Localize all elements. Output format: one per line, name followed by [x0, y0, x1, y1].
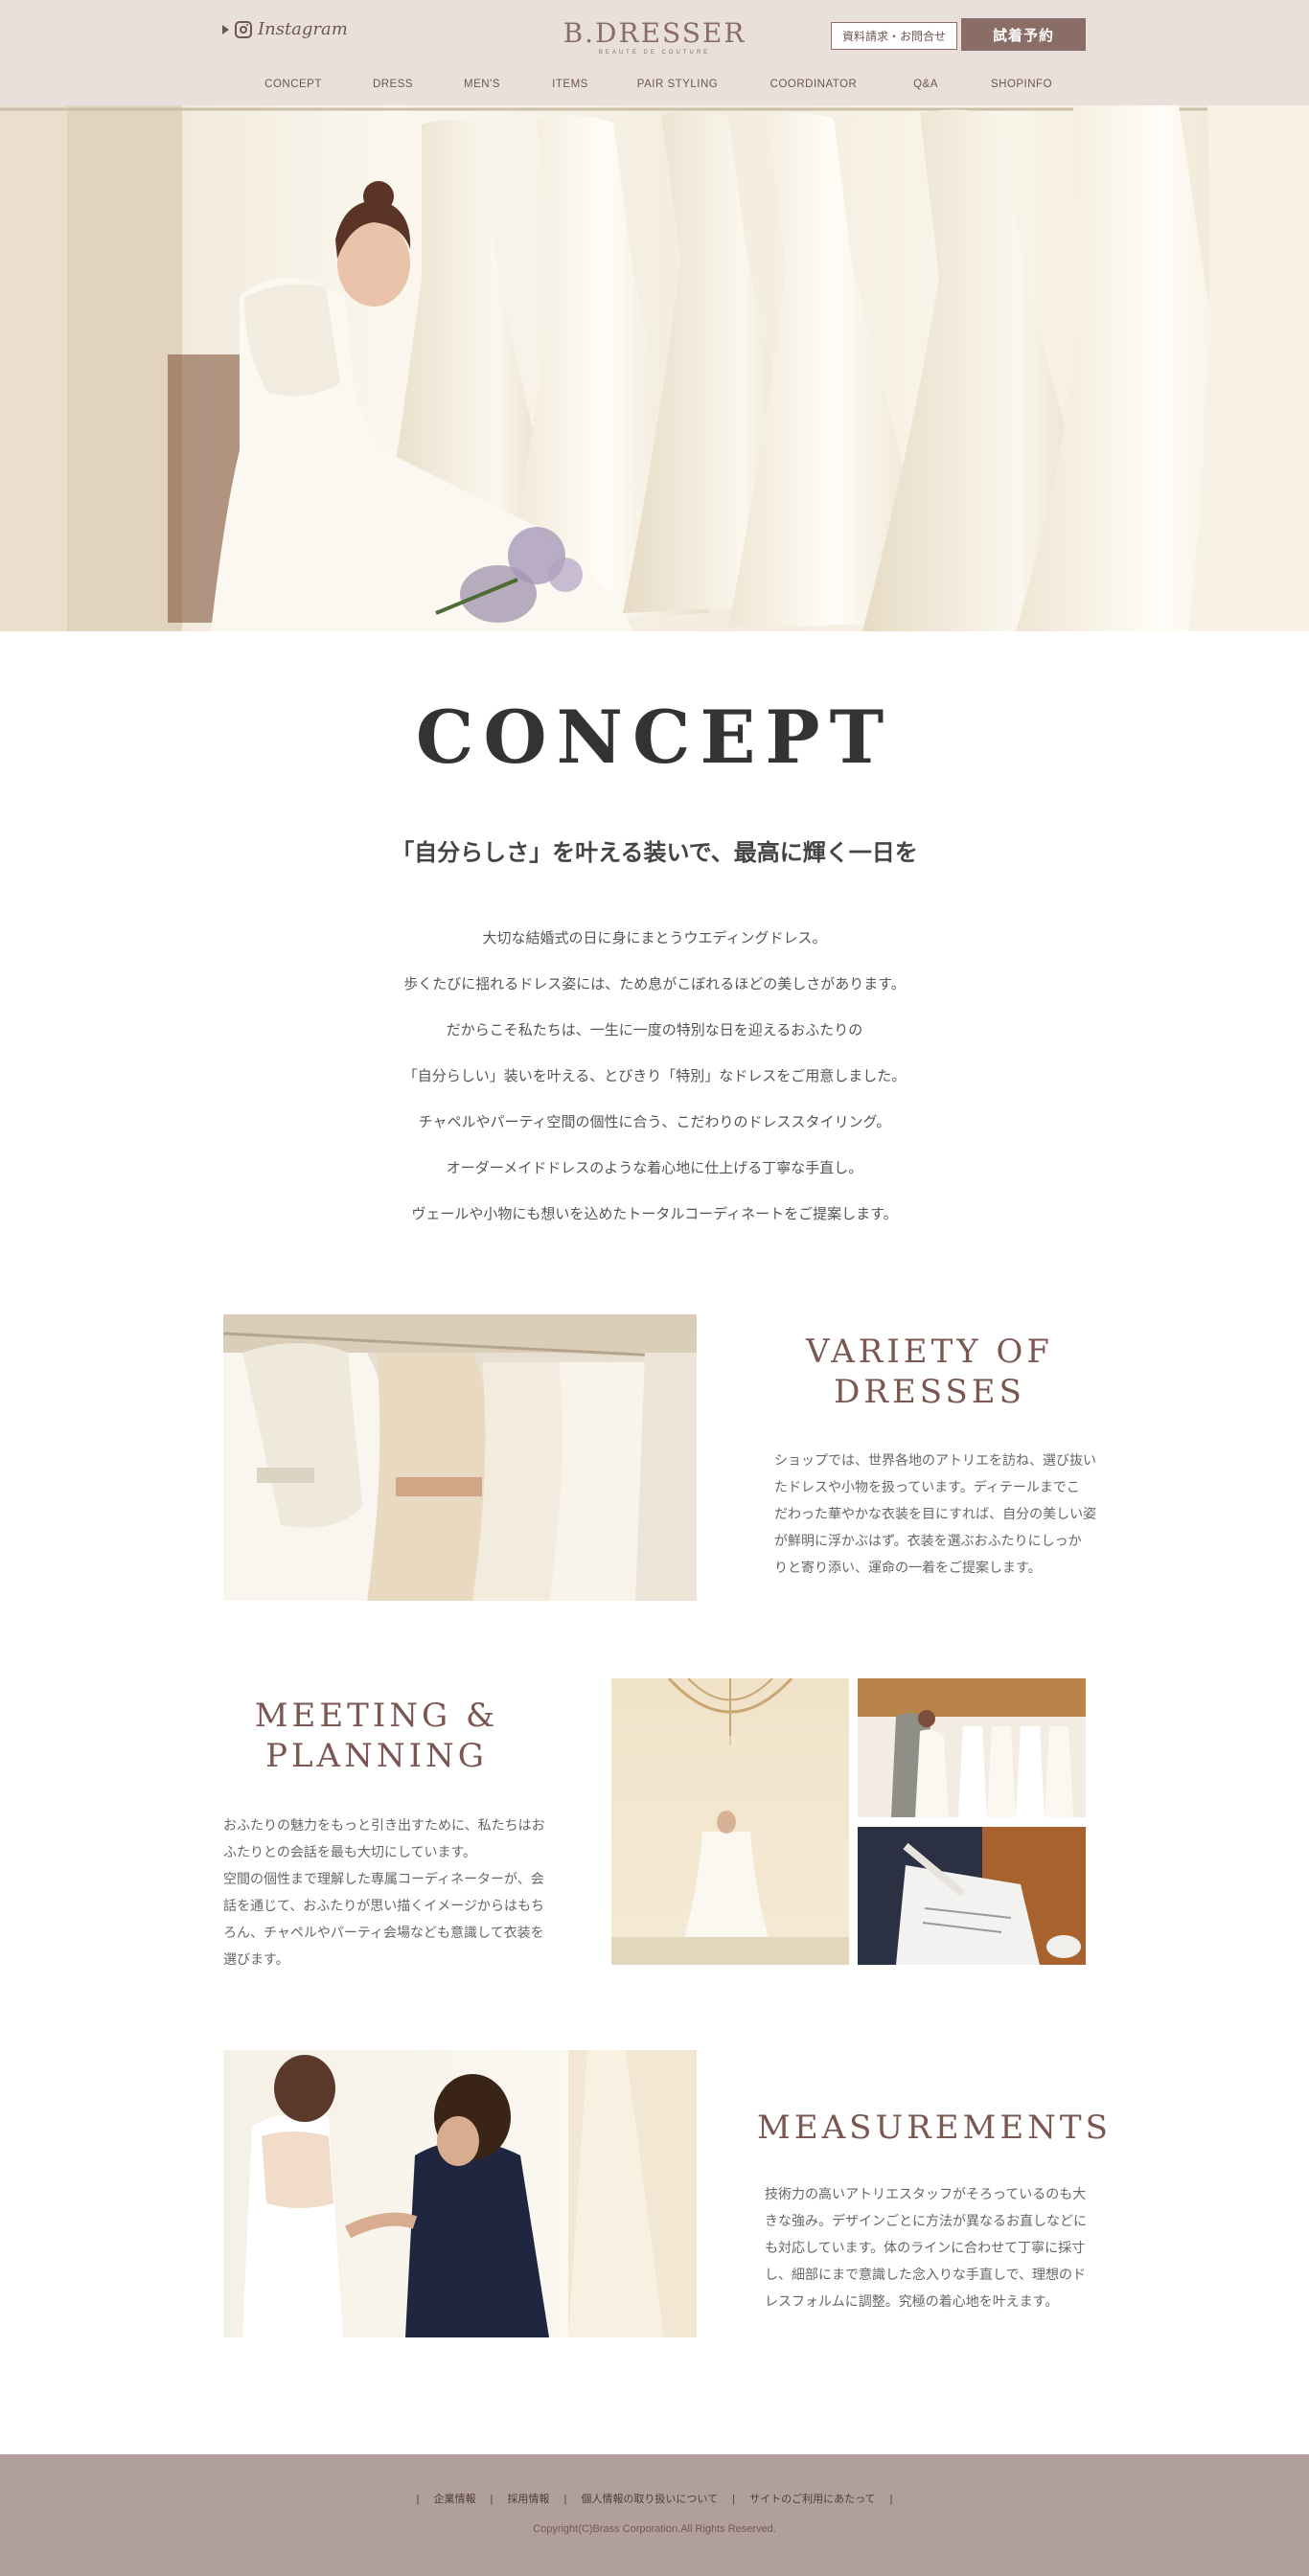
concept-body: 大切な結婚式の日に身にまとうウエディングドレス。 歩くたびに揺れるドレス姿には、…	[0, 927, 1309, 1249]
nav-mens[interactable]: MEN'S	[464, 79, 500, 90]
instagram-link[interactable]: Instagram	[222, 19, 348, 39]
footer-divider: |	[416, 2494, 420, 2505]
fitting-illustration	[242, 2050, 697, 2337]
measurements-photo	[223, 2050, 697, 2337]
variety-line: ショップでは、世界各地のアトリエを訪ね、選び抜い	[774, 1452, 1096, 1468]
site-header: Instagram B.DRESSER BEAUTÉ DE COUTURE 資料…	[0, 0, 1309, 105]
footer-links: | 企業情報 | 採用情報 | 個人情報の取り扱いについて | サイトのご利用に…	[0, 2491, 1309, 2506]
nav-pair-styling[interactable]: PAIR STYLING	[637, 79, 718, 90]
site-footer: | 企業情報 | 採用情報 | 個人情報の取り扱いについて | サイトのご利用に…	[0, 2454, 1309, 2576]
meeting-line: おふたりの魅力をもっと引き出すために、私たちはお	[223, 1817, 545, 1833]
footer-link-company[interactable]: 企業情報	[433, 2494, 475, 2505]
variety-text: ショップでは、世界各地のアトリエを訪ね、選び抜い たドレスや小物を扱っています。…	[774, 1447, 1100, 1581]
measurements-text: 技術力の高いアトリエスタッフがそろっているのも大 きな強み。デザインごとに方法が…	[765, 2180, 1091, 2314]
concept-line: だからこそ私たちは、一生に一度の特別な日を迎えるおふたりの	[446, 1022, 863, 1038]
variety-photo	[223, 1314, 697, 1601]
nav-dress[interactable]: DRESS	[373, 79, 413, 90]
nav-qa[interactable]: Q&A	[913, 79, 938, 90]
measurements-line: も対応しています。体のラインに合わせて丁寧に採寸	[765, 2240, 1086, 2255]
measurements-line: レスフォルムに調整。究極の着心地を叶えます。	[765, 2293, 1059, 2309]
logo-main: B.DRESSER	[563, 17, 746, 49]
hero-image	[0, 105, 1309, 631]
footer-divider: |	[889, 2494, 893, 2505]
fitting-reservation-button[interactable]: 試着予約	[961, 18, 1086, 51]
meeting-photo-couple	[858, 1678, 1086, 1817]
meeting-line: 話を通じて、おふたりが思い描くイメージからはもち	[223, 1898, 545, 1913]
variety-title-line1: VARIETY OF	[805, 1333, 1054, 1371]
chandelier-illustration	[611, 1678, 849, 1965]
concept-line: ヴェールや小物にも想いを込めたトータルコーディネートをご提案します。	[411, 1206, 898, 1222]
variety-title-line2: DRESSES	[834, 1373, 1025, 1411]
concept-line: 大切な結婚式の日に身にまとうウエディングドレス。	[482, 930, 827, 946]
play-triangle-icon	[222, 24, 229, 34]
instagram-icon	[235, 20, 252, 38]
meeting-title: MEETING & PLANNING	[223, 1696, 530, 1776]
meeting-line: ふたりとの会話を最も大切にしています。	[223, 1844, 477, 1859]
copyright: Copyright(C)Brass Corporation.All Rights…	[533, 2523, 776, 2535]
concept-line: 「自分らしい」装いを叶える、とびきり「特別」なドレスをご用意しました。	[402, 1068, 907, 1084]
meeting-title-line1: MEETING &	[254, 1697, 499, 1735]
nav-coordinator[interactable]: COORDINATOR	[770, 79, 858, 90]
site-logo[interactable]: B.DRESSER BEAUTÉ DE COUTURE	[559, 17, 750, 56]
footer-link-recruit[interactable]: 採用情報	[507, 2494, 549, 2505]
dresses-illustration	[223, 1314, 697, 1601]
concept-line: 歩くたびに揺れるドレス姿には、ため息がこぼれるほどの美しさがあります。	[403, 976, 906, 992]
instagram-label: Instagram	[258, 19, 348, 39]
measurements-title: MEASUREMENTS	[757, 2109, 1112, 2147]
meeting-line: 空間の個性まで理解した専属コーディネーターが、会	[223, 1871, 544, 1886]
meeting-line: 選びます。	[223, 1951, 289, 1967]
meeting-photo-signing	[858, 1827, 1086, 1965]
concept-line: チャペルやパーティ空間の個性に合う、こだわりのドレススタイリング。	[418, 1114, 891, 1130]
variety-line: が鮮明に浮かぶはず。衣装を選ぶおふたりにしっか	[774, 1533, 1082, 1548]
nav-concept[interactable]: CONCEPT	[264, 79, 322, 90]
variety-line: だわった華やかな衣装を目にすれば、自分の美しい姿	[774, 1506, 1097, 1521]
concept-line: オーダーメイドドレスのような着心地に仕上げる丁寧な手直し。	[446, 1160, 863, 1176]
footer-divider: |	[563, 2494, 567, 2505]
nav-items[interactable]: ITEMS	[552, 79, 588, 90]
variety-line: りと寄り添い、運命の一着をご提案します。	[774, 1560, 1042, 1575]
logo-sub: BEAUTÉ DE COUTURE	[598, 50, 711, 56]
footer-link-privacy[interactable]: 個人情報の取り扱いについて	[581, 2494, 718, 2505]
inquiry-button[interactable]: 資料請求・お問合せ	[831, 22, 957, 50]
footer-divider: |	[732, 2494, 736, 2505]
signing-illustration	[858, 1827, 1086, 1965]
concept-subtitle: 「自分らしさ」を叶える装いで、最高に輝く一日を	[391, 838, 918, 866]
meeting-line: ろん、チャペルやパーティ会場なども意識して衣装を	[223, 1925, 544, 1940]
meeting-text: おふたりの魅力をもっと引き出すために、私たちはお ふたりとの会話を最も大切にして…	[223, 1812, 549, 1972]
measurements-line: し、細部にまで意識した念入りな手直しで、理想のド	[765, 2267, 1087, 2282]
global-nav: CONCEPT DRESS MEN'S ITEMS PAIR STYLING C…	[0, 79, 1309, 100]
footer-link-terms[interactable]: サイトのご利用にあたって	[749, 2494, 875, 2505]
nav-shopinfo[interactable]: SHOPINFO	[991, 79, 1052, 90]
variety-title: VARIETY OF DRESSES	[767, 1332, 1092, 1412]
concept-title: CONCEPT	[415, 695, 894, 780]
couple-illustration	[858, 1678, 1086, 1817]
measurements-line: きな強み。デザインごとに方法が異なるお直しなどに	[765, 2213, 1087, 2228]
variety-line: たドレスや小物を扱っています。ディテールまでこ	[774, 1479, 1080, 1494]
footer-divider: |	[490, 2494, 494, 2505]
meeting-title-line2: PLANNING	[265, 1737, 488, 1775]
hero-illustration	[0, 105, 1309, 631]
measurements-line: 技術力の高いアトリエスタッフがそろっているのも大	[765, 2186, 1087, 2201]
meeting-photo-chandelier	[611, 1678, 849, 1965]
